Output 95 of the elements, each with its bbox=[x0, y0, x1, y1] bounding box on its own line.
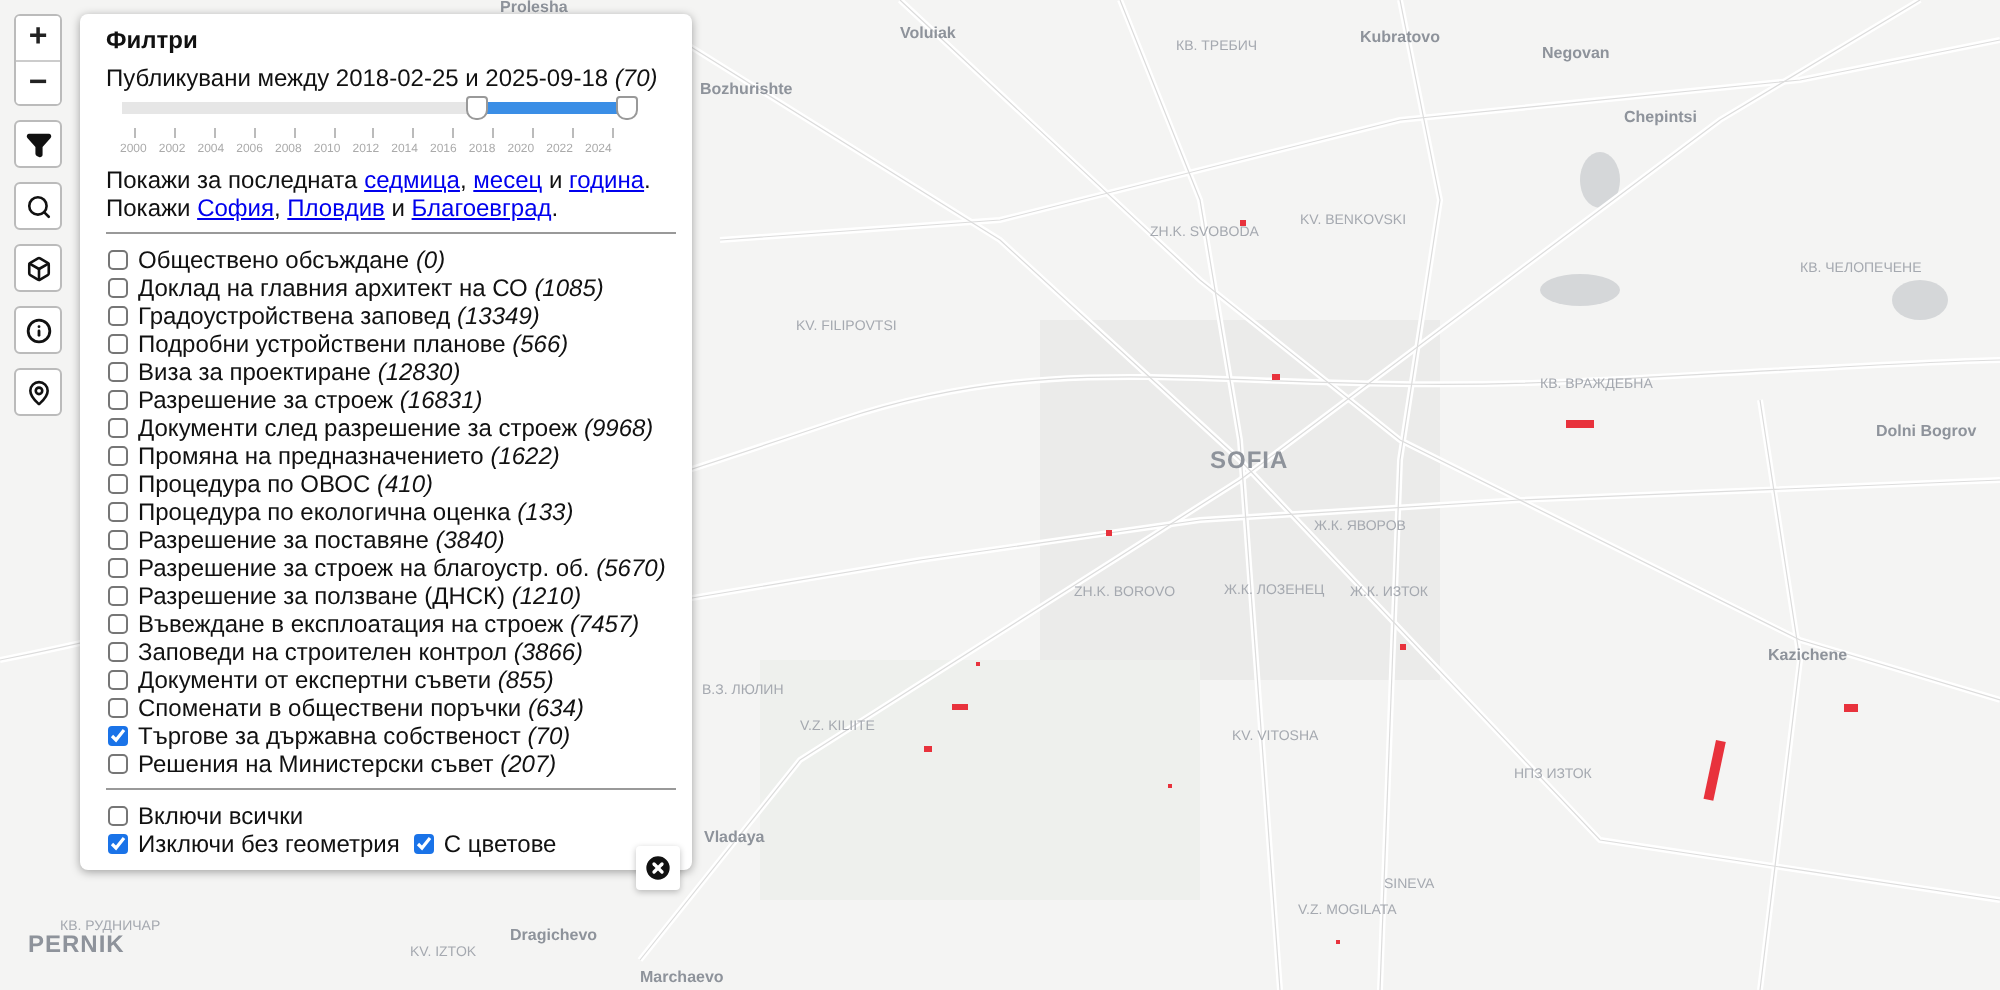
category-label: Разрешение за поставяне (3840) bbox=[138, 526, 505, 554]
category-label: Разрешение за строеж на благоустр. об. (5670) bbox=[138, 554, 666, 582]
place-label: Chepintsi bbox=[1624, 110, 1697, 128]
quick-filter-link[interactable]: Благоевград bbox=[411, 194, 552, 222]
quick-filter-sentence: Покажи София, Пловдив и Благоевград. bbox=[106, 194, 561, 222]
tick-mark bbox=[173, 128, 176, 138]
slider-handle[interactable] bbox=[615, 96, 638, 120]
category-checkbox[interactable] bbox=[108, 446, 128, 466]
category-checkbox[interactable] bbox=[108, 502, 128, 522]
category-label: Промяна на предназначението (1622) bbox=[138, 442, 560, 470]
quick-filter-link[interactable]: година bbox=[569, 166, 645, 194]
category-label: Документи след разрешение за строеж (9968) bbox=[138, 414, 654, 442]
category-label: Споменати в обществени поръчки (634) bbox=[138, 694, 584, 722]
category-label: Разрешение за ползване (ДНСК) (1210) bbox=[138, 582, 582, 610]
filter-icon bbox=[25, 131, 51, 157]
filter-button[interactable] bbox=[14, 120, 62, 168]
tick-mark bbox=[532, 128, 535, 138]
option-checkbox[interactable] bbox=[108, 834, 128, 854]
quick-filter-sentence: Покажи за последната седмица, месец и година. bbox=[106, 166, 653, 194]
search-button[interactable] bbox=[14, 182, 62, 230]
category-label: Търгове за държавна собственост (70) bbox=[138, 722, 571, 750]
place-label: Kubratovo bbox=[1360, 30, 1440, 48]
place-label: Bozhurishte bbox=[700, 82, 793, 100]
category-checkbox[interactable] bbox=[108, 586, 128, 606]
slider-handle[interactable] bbox=[466, 96, 489, 120]
tick-mark bbox=[571, 128, 574, 138]
quick-filter-link[interactable]: Пловдив bbox=[287, 194, 385, 222]
option-checkbox[interactable] bbox=[108, 806, 128, 826]
category-checkbox[interactable] bbox=[108, 698, 128, 718]
category-label: Доклад на главния архитект на СО (1085) bbox=[138, 274, 604, 302]
category-checkbox[interactable] bbox=[108, 418, 128, 438]
category-checkbox[interactable] bbox=[108, 670, 128, 690]
category-label: Виза за проектиране (12830) bbox=[138, 358, 461, 386]
category-checkbox[interactable] bbox=[108, 362, 128, 382]
option-label: Изключи без геометрия bbox=[138, 830, 400, 858]
tick-mark bbox=[412, 128, 415, 138]
tick-mark bbox=[611, 128, 614, 138]
place-label: Dolni Bogrov bbox=[1876, 424, 1977, 442]
category-label: Подробни устройствени планове (566) bbox=[138, 330, 569, 358]
cube-icon bbox=[25, 255, 51, 281]
info-button[interactable] bbox=[14, 306, 62, 354]
place-label: Prolesha bbox=[500, 0, 568, 18]
place-label: PERNIK bbox=[28, 932, 125, 959]
category-label: Въвеждане в експлоатация на строеж (7457) bbox=[138, 610, 640, 638]
category-label: Заповеди на строителен контрол (3866) bbox=[138, 638, 584, 666]
tick-mark bbox=[492, 128, 495, 138]
quick-filter-link[interactable]: седмица bbox=[364, 166, 460, 194]
panel-title: Филтри bbox=[106, 26, 200, 54]
category-checkbox[interactable] bbox=[108, 614, 128, 634]
quick-filter-link[interactable]: София bbox=[197, 194, 274, 222]
place-label: Voluiak bbox=[900, 26, 956, 44]
tick-mark bbox=[293, 128, 296, 138]
place-label: Negovan bbox=[1542, 46, 1610, 64]
map-pin-icon bbox=[25, 379, 51, 405]
tick-mark bbox=[333, 128, 336, 138]
close-button[interactable] bbox=[636, 846, 680, 890]
place-label: Vladaya bbox=[704, 830, 765, 848]
place-label: Kazichene bbox=[1768, 648, 1848, 666]
info-icon bbox=[25, 317, 51, 343]
category-label: Обществено обсъждане (0) bbox=[138, 246, 446, 274]
category-checkbox[interactable] bbox=[108, 306, 128, 326]
category-checkbox[interactable] bbox=[108, 726, 128, 746]
category-checkbox[interactable] bbox=[108, 558, 128, 578]
tick-mark bbox=[213, 128, 216, 138]
category-label: Документи от експертни съвети (855) bbox=[138, 666, 554, 694]
option-label: С цветове bbox=[443, 830, 557, 858]
category-checkbox[interactable] bbox=[108, 250, 128, 270]
period-text: Публикувани между 2018-02-25 и 2025-09-18 (70) bbox=[106, 64, 660, 92]
close-icon bbox=[642, 852, 674, 884]
category-label: Решения на Министерски съвет (207) bbox=[138, 750, 557, 778]
category-label: Процедура по екологична оценка (133) bbox=[138, 498, 574, 526]
category-checkbox[interactable] bbox=[108, 390, 128, 410]
category-checkbox[interactable] bbox=[108, 334, 128, 354]
tick-mark bbox=[134, 128, 136, 138]
place-label: SOFIA bbox=[1210, 448, 1289, 475]
zoom-out-button[interactable]: − bbox=[16, 60, 60, 104]
category-checkbox[interactable] bbox=[108, 642, 128, 662]
pin-button[interactable] bbox=[14, 368, 62, 416]
tick-mark bbox=[372, 128, 375, 138]
category-label: Градоустройствена заповед (13349) bbox=[138, 302, 540, 330]
category-checkbox[interactable] bbox=[108, 474, 128, 494]
cube-button[interactable] bbox=[14, 244, 62, 292]
place-label: Dragichevo bbox=[510, 928, 598, 946]
tick-mark bbox=[452, 128, 455, 138]
place-label: Marchaevo bbox=[640, 970, 724, 988]
category-checkbox[interactable] bbox=[108, 278, 128, 298]
option-checkbox[interactable] bbox=[413, 834, 434, 854]
option-label: Включи всички bbox=[138, 802, 304, 830]
tick-mark bbox=[253, 128, 256, 138]
category-checkbox[interactable] bbox=[108, 754, 128, 774]
category-label: Процедура по ОВОС (410) bbox=[138, 470, 433, 498]
search-icon bbox=[25, 193, 51, 219]
quick-filter-link[interactable]: месец bbox=[473, 166, 543, 194]
category-label: Разрешение за строеж (16831) bbox=[138, 386, 483, 414]
category-checkbox[interactable] bbox=[108, 530, 128, 550]
